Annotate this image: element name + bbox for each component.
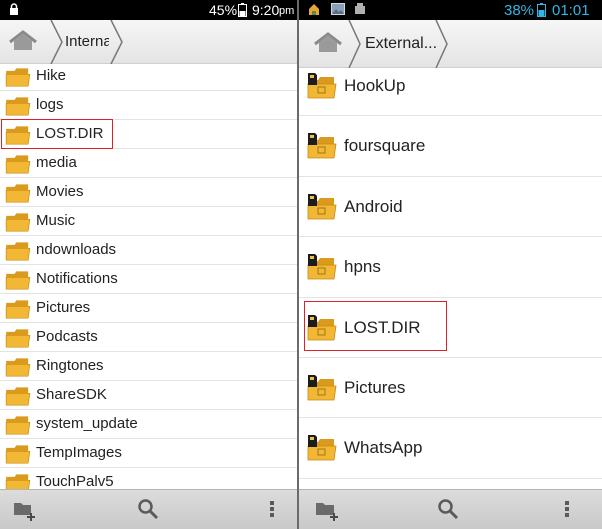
lost-dir-highlight xyxy=(304,301,447,351)
folder-name: Ringtones xyxy=(36,357,104,374)
list-item[interactable]: media xyxy=(0,149,297,178)
sd-card-icon xyxy=(307,73,337,99)
overflow-menu-icon[interactable] xyxy=(563,498,571,520)
folder-icon xyxy=(5,358,31,377)
folder-name: ShareSDK xyxy=(36,386,107,403)
sd-card-icon xyxy=(307,193,337,220)
battery-icon xyxy=(537,3,546,17)
folder-name: HookUp xyxy=(344,76,406,95)
sd-card-icon xyxy=(307,254,337,280)
folder-name: Music xyxy=(36,212,76,229)
status-bar: 45% 9:20 pm xyxy=(0,0,297,20)
folder-icon xyxy=(5,300,31,319)
action-bar xyxy=(299,489,602,529)
folder-name: Notifications xyxy=(36,270,118,287)
breadcrumb-external[interactable]: External... xyxy=(365,35,437,53)
folder-name: hpns xyxy=(344,257,381,277)
folder-icon xyxy=(5,155,31,174)
list-item[interactable]: Notifications xyxy=(0,265,297,294)
folder-name: Android xyxy=(344,196,403,216)
folder-icon xyxy=(5,242,31,261)
folder-icon xyxy=(5,271,31,290)
list-item[interactable]: TempImages xyxy=(0,439,297,468)
left-screenshot: 45% 9:20 pm Interna Hike logs LOST.DIR medi… xyxy=(0,0,297,529)
folder-list: HookUp foursquare Android hpns LOST.DIR Pictu… xyxy=(299,56,602,489)
folder-name: Pictures xyxy=(344,378,406,397)
folder-name: system_update xyxy=(36,415,138,432)
list-item[interactable]: Hike xyxy=(0,62,297,91)
new-folder-icon[interactable] xyxy=(315,498,341,522)
folder-name: media xyxy=(36,154,77,171)
list-item[interactable]: hpns xyxy=(299,237,602,298)
new-folder-icon[interactable] xyxy=(13,498,37,522)
overflow-menu-icon[interactable] xyxy=(268,498,276,520)
home-notification-icon xyxy=(309,4,319,15)
sd-card-icon xyxy=(307,435,337,461)
folder-icon xyxy=(5,329,31,348)
list-item[interactable]: ShareSDK xyxy=(0,381,297,410)
status-bar: 38% 01:01 xyxy=(299,0,602,20)
home-icon[interactable] xyxy=(6,26,40,58)
action-bar xyxy=(0,489,297,529)
list-item[interactable]: foursquare xyxy=(299,116,602,177)
list-item[interactable]: ndownloads xyxy=(0,236,297,265)
folder-icon xyxy=(5,445,31,464)
list-item[interactable]: Podcasts xyxy=(0,323,297,352)
breadcrumb-chevron xyxy=(50,20,63,64)
list-item[interactable]: TouchPalv5 xyxy=(0,468,297,489)
folder-icon xyxy=(5,213,31,232)
folder-icon xyxy=(5,184,31,203)
list-item[interactable]: Pictures xyxy=(0,294,297,323)
clock: 01:01 xyxy=(552,2,590,19)
list-item[interactable]: Movies xyxy=(0,178,297,207)
battery-icon xyxy=(238,3,247,17)
lost-dir-highlight xyxy=(1,119,113,149)
search-icon[interactable] xyxy=(437,498,459,520)
folder-icon xyxy=(5,97,31,116)
sd-card-icon xyxy=(307,133,337,159)
folder-name: Podcasts xyxy=(36,328,98,345)
folder-name: ndownloads xyxy=(36,241,117,258)
battery-percent: 38% xyxy=(504,2,535,19)
clock-ampm: pm xyxy=(279,5,295,17)
list-item[interactable]: HookUp xyxy=(299,56,602,117)
list-item[interactable]: Music xyxy=(0,207,297,236)
list-item[interactable]: Android xyxy=(299,177,602,238)
breadcrumb-internal[interactable]: Interna xyxy=(65,33,109,50)
breadcrumb-chevron xyxy=(110,20,123,64)
list-item[interactable]: Pictures xyxy=(299,358,602,419)
battery-percent: 45% xyxy=(209,2,238,18)
list-item[interactable]: Ringtones xyxy=(0,352,297,381)
image-notification-icon xyxy=(331,3,345,15)
list-item[interactable]: system_update xyxy=(0,410,297,439)
folder-icon xyxy=(5,474,31,489)
list-item[interactable]: logs xyxy=(0,91,297,120)
folder-name: TempImages xyxy=(36,444,122,461)
sd-card-icon xyxy=(307,375,337,401)
folder-name: Movies xyxy=(36,183,84,200)
folder-name: Pictures xyxy=(36,299,91,316)
folder-name: Hike xyxy=(36,67,67,84)
android-debug-icon xyxy=(355,3,365,14)
folder-name: WhatsApp xyxy=(344,438,423,458)
folder-icon xyxy=(5,416,31,435)
lock-icon xyxy=(10,3,18,15)
breadcrumb: Interna xyxy=(0,20,297,64)
search-icon[interactable] xyxy=(137,498,159,520)
folder-name: foursquare xyxy=(344,136,426,156)
folder-name: TouchPalv5 xyxy=(36,473,114,489)
right-screenshot: 38% 01:01 External... HookUp foursquare An… xyxy=(299,0,602,529)
list-item[interactable]: WhatsApp xyxy=(299,418,602,479)
clock: 9:20 xyxy=(252,2,280,18)
folder-icon xyxy=(5,387,31,406)
folder-icon xyxy=(5,68,31,87)
folder-name: logs xyxy=(36,96,64,113)
